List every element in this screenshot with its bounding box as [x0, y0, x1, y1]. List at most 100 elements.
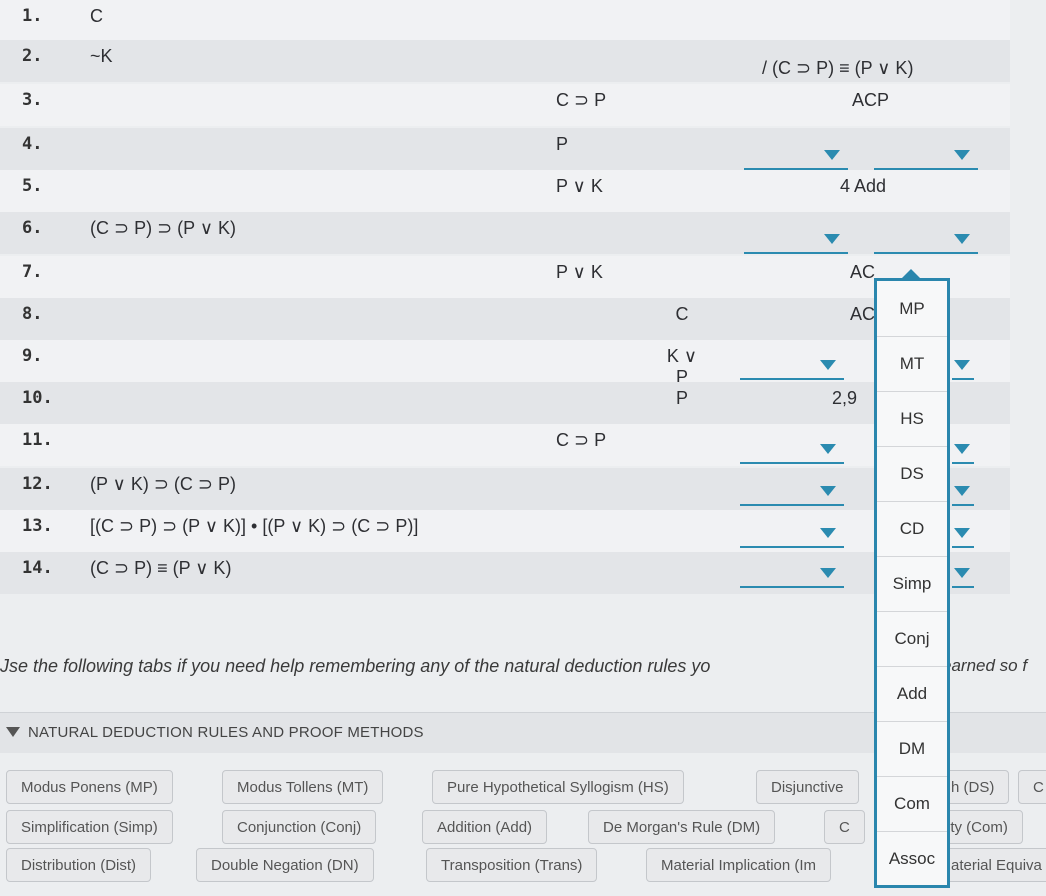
rule-option-simp[interactable]: Simp: [877, 556, 947, 612]
rule-option-assoc[interactable]: Assoc: [877, 831, 947, 886]
line-justification: 4 Add: [840, 176, 887, 196]
line-number: 2.: [22, 46, 43, 66]
rule-tab[interactable]: Distribution (Dist): [6, 848, 152, 882]
line-formula: [(C ⊃ P) ⊃ (P ∨ K)] • [(P ∨ K) ⊃ (C ⊃ P)…: [90, 516, 419, 536]
line-number: 3.: [22, 90, 43, 110]
chevron-down-icon: [954, 150, 970, 160]
line-justification: 2,9: [832, 388, 858, 408]
conclusion-label: / (C ⊃ P) ≡ (P ∨ K): [762, 58, 914, 78]
triangle-down-icon: [6, 727, 20, 737]
proof-line-12: 12. (P ∨ K) ⊃ (C ⊃ P): [0, 468, 1010, 510]
chevron-down-icon: [824, 150, 840, 160]
proof-line-9: 9. K ∨ P: [0, 340, 1010, 387]
rule-option-dm[interactable]: DM: [877, 721, 947, 777]
proof-line-8: 8. C AC: [0, 298, 1010, 340]
proof-line-10: 10. P 2,9: [0, 382, 1010, 424]
rule-tab[interactable]: Addition (Add): [422, 810, 548, 844]
rule-tab[interactable]: Modus Tollens (MT): [222, 770, 384, 804]
line-6-line-select[interactable]: [744, 232, 848, 254]
proof-line-1: 1. C: [0, 0, 1010, 42]
rule-select-edge[interactable]: [952, 484, 974, 506]
rule-tab[interactable]: Conjunction (Conj): [222, 810, 377, 844]
rule-option-cd[interactable]: CD: [877, 501, 947, 557]
rule-option-add[interactable]: Add: [877, 666, 947, 722]
rule-tab[interactable]: Material Implication (Im: [646, 848, 832, 882]
line-11-line-select[interactable]: [740, 442, 844, 464]
chevron-down-icon: [954, 360, 970, 370]
rule-tab[interactable]: Double Negation (DN): [196, 848, 374, 882]
menu-caret-icon: [901, 269, 921, 279]
chevron-down-icon: [954, 486, 970, 496]
help-text: Jse the following tabs if you need help …: [0, 656, 711, 676]
rule-select-edge[interactable]: [952, 358, 974, 380]
chevron-down-icon: [820, 486, 836, 496]
chevron-down-icon: [954, 444, 970, 454]
rule-select-edge[interactable]: [952, 442, 974, 464]
line-justification: AC: [850, 262, 876, 282]
line-number: 13.: [22, 516, 53, 536]
rule-tab[interactable]: C: [824, 810, 865, 844]
rule-tab[interactable]: Modus Ponens (MP): [6, 770, 173, 804]
line-number: 1.: [22, 6, 43, 26]
rule-tab[interactable]: Pure Hypothetical Syllogism (HS): [432, 770, 684, 804]
line-number: 14.: [22, 558, 53, 578]
chevron-down-icon: [820, 360, 836, 370]
line-justification: AC: [850, 304, 876, 324]
rule-tab[interactable]: Simplification (Simp): [6, 810, 173, 844]
proof-line-7: 7. P ∨ K AC: [0, 256, 1010, 298]
line-number: 5.: [22, 176, 43, 196]
line-formula-indented: P: [556, 134, 569, 154]
line-6-rule-select[interactable]: [874, 232, 978, 254]
proof-line-14: 14. (C ⊃ P) ≡ (P ∨ K): [0, 552, 1010, 594]
chevron-down-icon: [954, 234, 970, 244]
line-number: 6.: [22, 218, 43, 238]
proof-line-11: 11. C ⊃ P: [0, 424, 1010, 466]
rule-tab[interactable]: De Morgan's Rule (DM): [588, 810, 776, 844]
line-formula-nested: P: [675, 388, 688, 408]
chevron-down-icon: [820, 528, 836, 538]
rule-select-edge[interactable]: [952, 566, 974, 588]
line-4-line-select[interactable]: [744, 148, 848, 170]
chevron-down-icon: [954, 528, 970, 538]
rule-option-mp[interactable]: MP: [877, 281, 947, 337]
line-formula-indented: C ⊃ P: [556, 430, 607, 450]
line-formula: C: [90, 6, 103, 26]
line-number: 8.: [22, 304, 43, 324]
rule-option-mt[interactable]: MT: [877, 336, 947, 392]
line-9-line-select[interactable]: [740, 358, 844, 380]
proof-line-3: 3. C ⊃ P ACP: [0, 84, 1010, 126]
proof-line-13: 13. [(C ⊃ P) ⊃ (P ∨ K)] • [(P ∨ K) ⊃ (C ⊃…: [0, 510, 1010, 552]
rule-tab[interactable]: aterial Equiva: [936, 848, 1046, 882]
rule-tab[interactable]: Transposition (Trans): [426, 848, 598, 882]
proof-line-5: 5. P ∨ K 4 Add: [0, 170, 1010, 212]
rule-option-hs[interactable]: HS: [877, 391, 947, 447]
line-formula-indented: P ∨ K: [556, 262, 603, 282]
help-text-tail: earned so f: [942, 656, 1028, 675]
rule-dropdown-menu[interactable]: MP MT HS DS CD Simp Conj Add DM Com Assoc: [874, 269, 950, 888]
line-number: 4.: [22, 134, 43, 154]
rule-tab[interactable]: C: [1018, 770, 1046, 804]
line-formula-indented: C ⊃ P: [556, 90, 607, 110]
chevron-down-icon: [954, 568, 970, 578]
line-4-rule-select[interactable]: [874, 148, 978, 170]
line-12-line-select[interactable]: [740, 484, 844, 506]
line-formula: ~K: [90, 46, 113, 66]
line-number: 7.: [22, 262, 43, 282]
proof-line-6: 6. (C ⊃ P) ⊃ (P ∨ K): [0, 212, 1010, 254]
line-formula-indented: P ∨ K: [556, 176, 603, 196]
proof-line-4: 4. P: [0, 128, 1010, 170]
line-number: 12.: [22, 474, 53, 494]
line-justification: ACP: [852, 90, 890, 110]
rule-option-conj[interactable]: Conj: [877, 611, 947, 667]
line-formula: (P ∨ K) ⊃ (C ⊃ P): [90, 474, 237, 494]
line-number: 9.: [22, 346, 43, 366]
line-14-line-select[interactable]: [740, 566, 844, 588]
chevron-down-icon: [820, 568, 836, 578]
line-formula: (C ⊃ P) ≡ (P ∨ K): [90, 558, 232, 578]
line-13-line-select[interactable]: [740, 526, 844, 548]
chevron-down-icon: [820, 444, 836, 454]
rule-option-com[interactable]: Com: [877, 776, 947, 832]
rule-select-edge[interactable]: [952, 526, 974, 548]
rule-option-ds[interactable]: DS: [877, 446, 947, 502]
rule-tab[interactable]: Disjunctive: [756, 770, 859, 804]
